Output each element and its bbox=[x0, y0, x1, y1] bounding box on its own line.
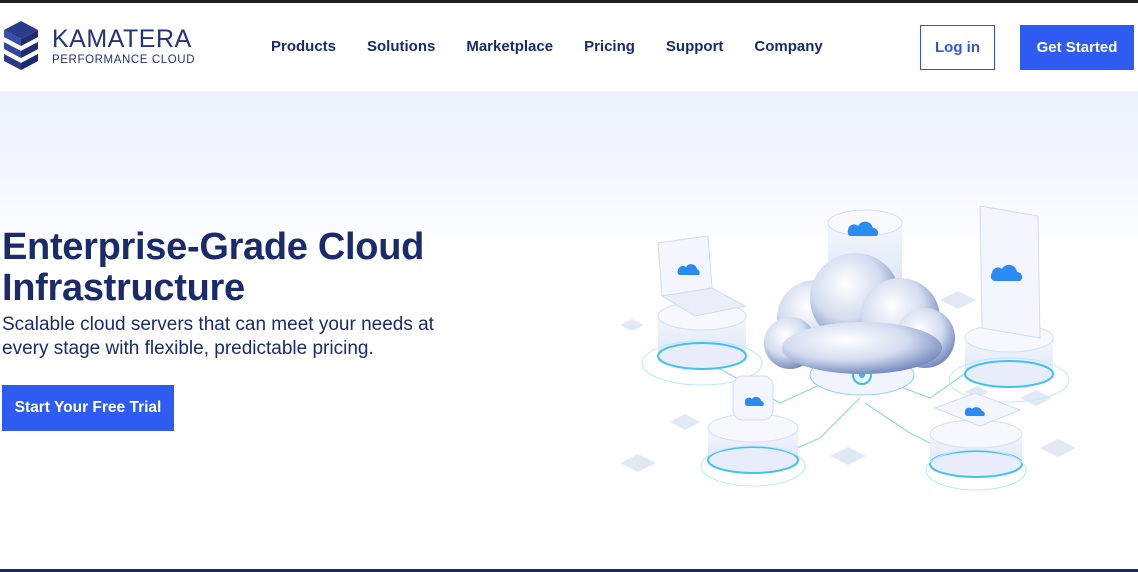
hero-section: Enterprise-Grade Cloud Infrastructure Sc… bbox=[0, 91, 1138, 569]
nav-solutions[interactable]: Solutions bbox=[367, 38, 435, 55]
brand-logo[interactable]: KAMATERA PERFORMANCE CLOUD bbox=[2, 19, 195, 73]
kamatera-logo-icon bbox=[4, 21, 38, 70]
hero-subtitle: Scalable cloud servers that can meet you… bbox=[2, 314, 434, 359]
nav-pricing[interactable]: Pricing bbox=[584, 38, 635, 55]
brand-tagline: PERFORMANCE CLOUD bbox=[52, 54, 196, 66]
site-header: KAMATERA PERFORMANCE CLOUD Products Solu… bbox=[0, 3, 1138, 91]
nav-marketplace[interactable]: Marketplace bbox=[466, 38, 553, 55]
get-started-button[interactable]: Get Started bbox=[1020, 25, 1134, 70]
free-trial-button[interactable]: Start Your Free Trial bbox=[2, 385, 174, 431]
nav-support[interactable]: Support bbox=[666, 38, 724, 55]
hero-title: Enterprise-Grade Cloud Infrastructure bbox=[2, 226, 425, 309]
nav-products[interactable]: Products bbox=[271, 38, 336, 55]
cloud-network-illustration bbox=[620, 205, 1076, 491]
main-navigation: Products Solutions Marketplace Pricing S… bbox=[271, 38, 854, 55]
nav-company[interactable]: Company bbox=[754, 38, 822, 55]
login-button[interactable]: Log in bbox=[920, 25, 995, 70]
brand-name: KAMATERA bbox=[52, 25, 192, 53]
